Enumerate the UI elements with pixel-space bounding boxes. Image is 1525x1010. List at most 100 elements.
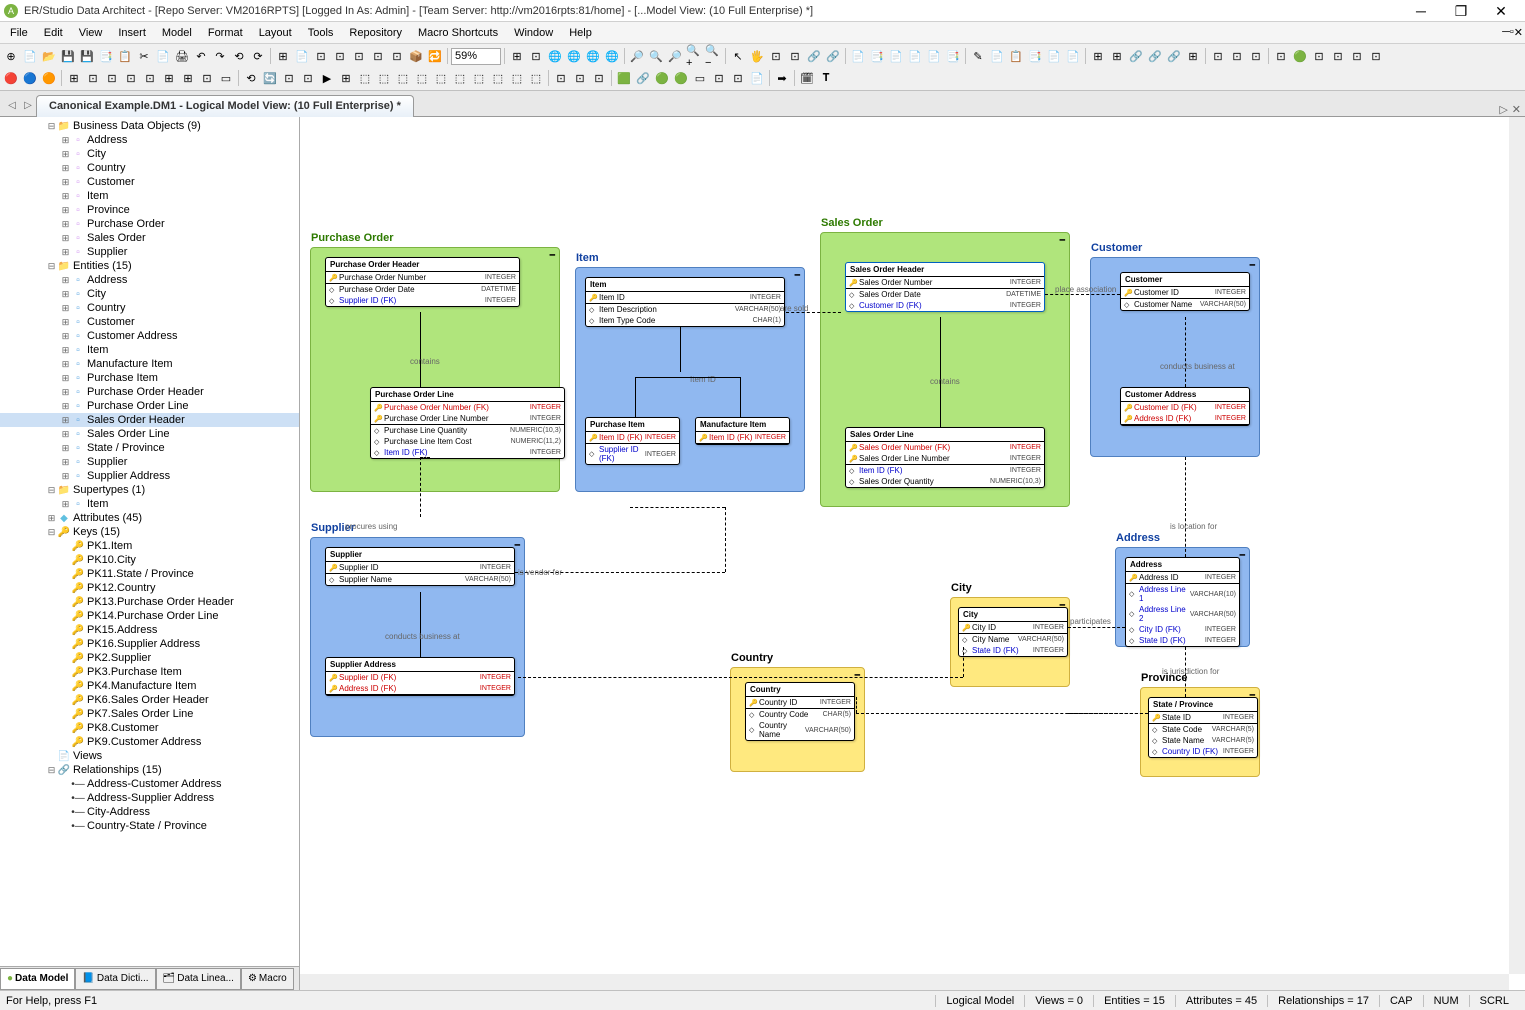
menu-format[interactable]: Format bbox=[200, 25, 251, 41]
toolbar-button[interactable]: ⬚ bbox=[489, 69, 507, 87]
cluster-minimize-icon[interactable]: ━ bbox=[855, 670, 860, 681]
toolbar-button[interactable]: ⬚ bbox=[470, 69, 488, 87]
tree-entity-item[interactable]: ⊞▫State / Province bbox=[0, 441, 299, 455]
tree-entity-item[interactable]: ⊞▫Purchase Order Line bbox=[0, 399, 299, 413]
toolbar-button[interactable]: 📑 bbox=[944, 47, 962, 65]
tree-entity-item[interactable]: ⊞▫Sales Order Line bbox=[0, 427, 299, 441]
tree-bdo-item[interactable]: ⊞▫Country bbox=[0, 161, 299, 175]
toolbar-button[interactable]: 📋 bbox=[116, 47, 134, 65]
menu-repository[interactable]: Repository bbox=[341, 25, 410, 41]
tree-key-item[interactable]: 🔑PK3.Purchase Item bbox=[0, 665, 299, 679]
tab-data-dictionary[interactable]: 📘Data Dicti... bbox=[75, 968, 155, 990]
toolbar-button[interactable]: 🔗 bbox=[1146, 47, 1164, 65]
toolbar-button[interactable]: 🔴 bbox=[2, 69, 20, 87]
entity-supplier[interactable]: Supplier🔑Supplier IDINTEGER◇Supplier Nam… bbox=[325, 547, 515, 586]
tree-bdo-item[interactable]: ⊞▫Sales Order bbox=[0, 231, 299, 245]
entity-country[interactable]: Country🔑Country IDINTEGER◇Country CodeCH… bbox=[745, 682, 855, 741]
toolbar-button[interactable]: 📄 bbox=[849, 47, 867, 65]
toolbar-button[interactable]: ⊡ bbox=[1272, 47, 1290, 65]
entity-custaddr[interactable]: Customer Address🔑Customer ID (FK)INTEGER… bbox=[1120, 387, 1250, 426]
toolbar-button[interactable]: 📑 bbox=[868, 47, 886, 65]
tree-views[interactable]: 📄Views bbox=[0, 749, 299, 763]
cluster-minimize-icon[interactable]: ━ bbox=[515, 540, 520, 551]
toolbar-button[interactable]: ⊡ bbox=[1247, 47, 1265, 65]
tree-entities[interactable]: ⊟📁Entities (15) bbox=[0, 259, 299, 273]
toolbar-button[interactable]: ⊞ bbox=[274, 47, 292, 65]
toolbar-button[interactable]: ⊡ bbox=[198, 69, 216, 87]
toolbar-button[interactable]: 🔍− bbox=[704, 47, 722, 65]
toolbar-button[interactable]: ⊡ bbox=[1348, 47, 1366, 65]
toolbar-button[interactable]: 🔄 bbox=[261, 69, 279, 87]
mdi-close-button[interactable]: ✕ bbox=[1514, 26, 1523, 39]
tree-bdo-item[interactable]: ⊞▫Province bbox=[0, 203, 299, 217]
tab-data-lineage[interactable]: 🗂Data Linea... bbox=[156, 968, 241, 990]
toolbar-button[interactable]: ⊞ bbox=[337, 69, 355, 87]
tree-attributes[interactable]: ⊞◆Attributes (45) bbox=[0, 511, 299, 525]
tree-key-item[interactable]: 🔑PK8.Customer bbox=[0, 721, 299, 735]
tree-key-item[interactable]: 🔑PK16.Supplier Address bbox=[0, 637, 299, 651]
entity-sol[interactable]: Sales Order Line🔑Sales Order Number (FK)… bbox=[845, 427, 1045, 488]
tree-relationship-item[interactable]: •—Address-Customer Address bbox=[0, 777, 299, 791]
tree-relationship-item[interactable]: •—City-Address bbox=[0, 805, 299, 819]
entity-province[interactable]: State / Province🔑State IDINTEGER◇State C… bbox=[1148, 697, 1258, 758]
entity-pitem[interactable]: Purchase Item🔑Item ID (FK)INTEGER◇Suppli… bbox=[585, 417, 680, 465]
tree-key-item[interactable]: 🔑PK1.Item bbox=[0, 539, 299, 553]
toolbar-button[interactable]: 🌐 bbox=[603, 47, 621, 65]
toolbar-button[interactable]: ⊡ bbox=[299, 69, 317, 87]
toolbar-button[interactable]: ⬚ bbox=[356, 69, 374, 87]
menu-model[interactable]: Model bbox=[154, 25, 200, 41]
tree-key-item[interactable]: 🔑PK12.Country bbox=[0, 581, 299, 595]
tab-macro[interactable]: ⚙Macro bbox=[241, 968, 294, 990]
toolbar-button[interactable]: 📑 bbox=[97, 47, 115, 65]
maximize-button[interactable]: ❐ bbox=[1441, 0, 1481, 22]
toolbar-button[interactable]: ↶ bbox=[192, 47, 210, 65]
toolbar-button[interactable]: 📄 bbox=[154, 47, 172, 65]
tree-keys[interactable]: ⊟🔑Keys (15) bbox=[0, 525, 299, 539]
toolbar-button[interactable]: 🟢 bbox=[1291, 47, 1309, 65]
tree-key-item[interactable]: 🔑PK11.State / Province bbox=[0, 567, 299, 581]
toolbar-button[interactable]: 📋 bbox=[1007, 47, 1025, 65]
document-tab[interactable]: Canonical Example.DM1 - Logical Model Vi… bbox=[36, 95, 414, 117]
toolbar-button[interactable]: ⊡ bbox=[388, 47, 406, 65]
toolbar-button[interactable]: ⊡ bbox=[552, 69, 570, 87]
toolbar-button[interactable]: 📄 bbox=[1064, 47, 1082, 65]
tree-relationships[interactable]: ⊟🔗Relationships (15) bbox=[0, 763, 299, 777]
tree-entity-item[interactable]: ⊞▫Purchase Order Header bbox=[0, 385, 299, 399]
tree-key-item[interactable]: 🔑PK10.City bbox=[0, 553, 299, 567]
toolbar-button[interactable]: ⬚ bbox=[508, 69, 526, 87]
toolbar-button[interactable]: 🟢 bbox=[653, 69, 671, 87]
toolbar-button[interactable]: ⬚ bbox=[432, 69, 450, 87]
toolbar-button[interactable]: ⊡ bbox=[331, 47, 349, 65]
toolbar-button[interactable]: 💾 bbox=[59, 47, 77, 65]
toolbar-button[interactable]: ⊡ bbox=[84, 69, 102, 87]
tree-key-item[interactable]: 🔑PK14.Purchase Order Line bbox=[0, 609, 299, 623]
toolbar-button[interactable]: 🖐 bbox=[748, 47, 766, 65]
close-button[interactable]: ✕ bbox=[1481, 0, 1521, 22]
toolbar-button[interactable]: ▶ bbox=[318, 69, 336, 87]
menu-tools[interactable]: Tools bbox=[300, 25, 342, 41]
toolbar-button[interactable]: ⊡ bbox=[767, 47, 785, 65]
cluster-minimize-icon[interactable]: ━ bbox=[1240, 550, 1245, 561]
toolbar-button[interactable]: 📄 bbox=[1045, 47, 1063, 65]
toolbar-button[interactable]: ⟳ bbox=[249, 47, 267, 65]
cluster-minimize-icon[interactable]: ━ bbox=[550, 250, 555, 261]
toolbar-button[interactable]: ↷ bbox=[211, 47, 229, 65]
toolbar-button[interactable]: ⟲ bbox=[242, 69, 260, 87]
tab-data-model[interactable]: ●Data Model bbox=[0, 968, 75, 990]
tree-bdo-item[interactable]: ⊞▫Item bbox=[0, 189, 299, 203]
tree-supertype-item[interactable]: ⊞▫Item bbox=[0, 497, 299, 511]
toolbar-button[interactable]: ⊡ bbox=[280, 69, 298, 87]
toolbar-button[interactable]: 🟩 bbox=[615, 69, 633, 87]
tree-bdo-item[interactable]: ⊞▫City bbox=[0, 147, 299, 161]
toolbar-button[interactable]: ⬚ bbox=[413, 69, 431, 87]
tree-key-item[interactable]: 🔑PK2.Supplier bbox=[0, 651, 299, 665]
minimize-button[interactable]: ─ bbox=[1401, 0, 1441, 22]
toolbar-button[interactable]: ⊡ bbox=[369, 47, 387, 65]
vertical-scrollbar[interactable] bbox=[1509, 117, 1525, 974]
cluster-minimize-icon[interactable]: ━ bbox=[1060, 235, 1065, 246]
toolbar-button[interactable]: 🔁 bbox=[426, 47, 444, 65]
toolbar-button[interactable]: ▭ bbox=[691, 69, 709, 87]
toolbar-button[interactable]: ⊡ bbox=[527, 47, 545, 65]
toolbar-button[interactable]: 📦 bbox=[407, 47, 425, 65]
toolbar-button[interactable]: ⊡ bbox=[710, 69, 728, 87]
